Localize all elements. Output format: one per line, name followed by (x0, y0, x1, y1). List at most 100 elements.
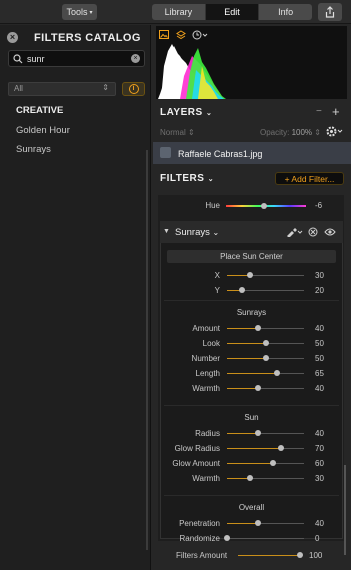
category-dropdown[interactable]: All ⇕ (8, 82, 116, 96)
sun-warmth-label: Warmth (192, 474, 220, 483)
search-icon (13, 54, 23, 64)
filters-amount-label: Filters Amount (176, 551, 228, 560)
filters-scrollbar[interactable] (344, 465, 346, 555)
sunrays-number-value: 50 (315, 354, 324, 363)
hue-slider-thumb[interactable] (261, 203, 267, 209)
sun-radius-slider-thumb[interactable] (255, 430, 261, 436)
tab-library[interactable]: Library (152, 4, 206, 20)
place-sun-center-button[interactable]: Place Sun Center (167, 250, 336, 263)
brush-icon[interactable] (286, 227, 304, 237)
group-separator (164, 300, 339, 301)
clock-icon[interactable] (192, 30, 208, 40)
filters-section-title[interactable]: FILTERS ⌄ (160, 173, 214, 184)
sun-warmth-value: 30 (315, 474, 324, 483)
search-field: × (8, 50, 145, 67)
sunrays-warmth-slider-thumb[interactable] (255, 385, 261, 391)
chevron-updown-icon: ⇕ (314, 128, 321, 137)
sun-radius-slider-fill (227, 433, 258, 434)
sun-warmth-slider-thumb[interactable] (247, 475, 253, 481)
hue-label: Hue (205, 201, 220, 210)
sun-glow-radius-label: Glow Radius (174, 444, 220, 453)
filters-amount-fill (238, 555, 300, 556)
clear-search-icon[interactable]: × (131, 54, 140, 63)
info-icon: i (128, 84, 139, 94)
sunrays-look-label: Look (202, 339, 220, 348)
share-icon (325, 6, 335, 18)
sunrays-amount-slider-thumb[interactable] (255, 325, 261, 331)
layer-name: Raffaele Cabras1.jpg (178, 149, 263, 159)
collapse-triangle-icon[interactable]: ▼ (163, 228, 170, 235)
catalog-item-golden-hour[interactable]: Golden Hour (16, 125, 70, 136)
chevron-down-icon: ⌄ (212, 228, 220, 237)
close-catalog-button[interactable]: × (7, 32, 18, 43)
tools-label: Tools (66, 7, 88, 17)
sun-glow-amount-label: Glow Amount (172, 459, 220, 468)
minus-icon: − (316, 106, 322, 117)
chevron-down-icon: ⌄ (205, 110, 213, 117)
sunrays-look-slider-fill (227, 343, 266, 344)
close-icon: × (9, 32, 16, 42)
tab-info[interactable]: Info (259, 4, 312, 20)
sun-center-x-slider-thumb[interactable] (247, 272, 253, 278)
catalog-item-sunrays[interactable]: Sunrays (16, 144, 51, 155)
catalog-title: FILTERS CATALOG (34, 32, 141, 44)
sun-center-x-label: X (214, 271, 220, 280)
search-input[interactable] (27, 52, 122, 65)
group-title-overall: Overall (238, 503, 265, 512)
info-button[interactable]: i (122, 82, 145, 96)
sun-radius-value: 40 (315, 429, 324, 438)
sunrays-length-value: 65 (315, 369, 324, 378)
overall-randomize-slider-track[interactable] (227, 538, 304, 539)
sunrays-length-slider-fill (227, 373, 277, 374)
catalog-scrollbar[interactable] (146, 150, 148, 550)
image-icon[interactable] (159, 30, 169, 39)
reset-filter-icon[interactable] (308, 227, 318, 237)
filter-name-dropdown[interactable]: Sunrays ⌄ (175, 227, 219, 238)
layer-thumbnail (160, 147, 171, 158)
plus-icon: + (332, 104, 340, 119)
sunrays-amount-value: 40 (315, 324, 324, 333)
sunrays-length-label: Length (195, 369, 220, 378)
sun-glow-amount-slider-thumb[interactable] (270, 460, 276, 466)
opacity-control[interactable]: Opacity: 100% ⇕ (260, 128, 321, 137)
overall-penetration-value: 40 (315, 519, 324, 528)
overall-penetration-slider-thumb[interactable] (255, 520, 261, 526)
sun-center-y-slider-thumb[interactable] (239, 287, 245, 293)
sun-glow-radius-value: 70 (315, 444, 324, 453)
sunrays-amount-label: Amount (192, 324, 220, 333)
blend-mode-select[interactable]: Normal ⇕ (160, 128, 195, 137)
filters-amount-value: 100 (309, 551, 323, 560)
sunrays-number-slider-thumb[interactable] (263, 355, 269, 361)
share-button[interactable] (318, 3, 342, 21)
sunrays-length-slider-thumb[interactable] (274, 370, 280, 376)
sun-glow-amount-value: 60 (315, 459, 324, 468)
overall-penetration-slider-fill (227, 523, 258, 524)
filters-amount-thumb[interactable] (297, 552, 303, 558)
layers-section-title[interactable]: LAYERS ⌄ (160, 107, 212, 118)
layers-icon[interactable] (176, 30, 186, 40)
add-layer-button[interactable]: + (332, 104, 340, 119)
category-dropdown-value: All (14, 84, 23, 93)
group-separator (164, 495, 339, 496)
sunrays-filter-box (160, 221, 343, 539)
tab-edit[interactable]: Edit (205, 4, 260, 20)
sun-center-y-value: 20 (315, 286, 324, 295)
chevron-updown-icon: ⇕ (188, 128, 195, 137)
visibility-eye-icon[interactable] (324, 227, 336, 237)
sun-glow-radius-slider-thumb[interactable] (278, 445, 284, 451)
sun-radius-label: Radius (195, 429, 220, 438)
overall-penetration-label: Penetration (179, 519, 220, 528)
filter-name: Sunrays (175, 227, 210, 238)
group-title-sunrays: Sunrays (236, 308, 267, 317)
tools-menu-button[interactable]: Tools ▾ (62, 4, 97, 20)
layer-settings-gear-icon[interactable] (326, 126, 344, 137)
sun-glow-radius-slider-fill (227, 448, 281, 449)
sun-center-y-label: Y (214, 286, 220, 295)
catalog-category-creative: CREATIVE (16, 105, 64, 116)
chevron-down-icon: ▾ (89, 9, 93, 16)
filters-title: FILTERS (160, 173, 205, 184)
sunrays-warmth-slider-fill (227, 388, 258, 389)
remove-layer-button[interactable]: − (316, 106, 322, 117)
sunrays-look-slider-thumb[interactable] (263, 340, 269, 346)
add-filter-button[interactable]: + Add Filter... (275, 172, 344, 185)
